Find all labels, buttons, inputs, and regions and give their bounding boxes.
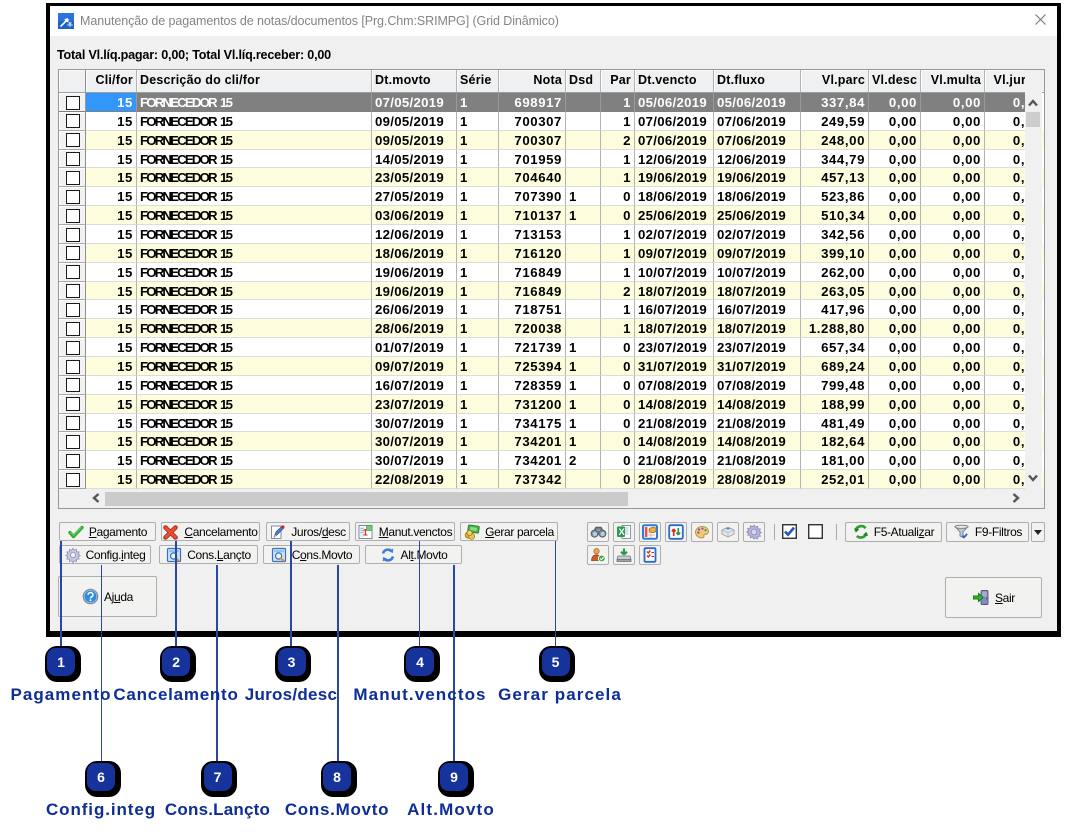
- svg-text:X: X: [619, 527, 626, 538]
